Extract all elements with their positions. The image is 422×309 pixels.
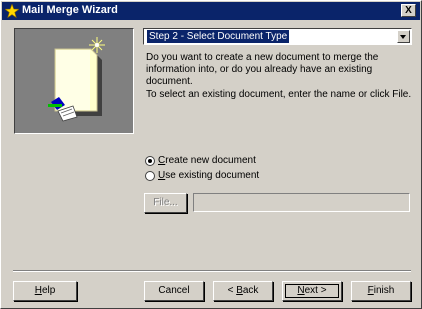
next-button-label: Next > — [297, 285, 327, 296]
chevron-down-icon[interactable] — [397, 30, 410, 43]
next-button[interactable]: Next > — [282, 281, 342, 301]
radio-create-new-label: Create new document — [158, 155, 256, 166]
description-text: Do you want to create a new document to … — [146, 52, 379, 87]
file-path-field[interactable] — [193, 193, 410, 212]
finish-button[interactable]: Finish — [351, 281, 411, 301]
help-button-label: Help — [34, 285, 56, 296]
description-instruction: To select an existing document, enter th… — [146, 89, 412, 100]
title-bar[interactable]: Mail Merge Wizard X — [2, 2, 420, 20]
close-button[interactable]: X — [401, 4, 416, 17]
file-button-label: File... — [153, 197, 178, 208]
file-button[interactable]: File... — [144, 193, 187, 213]
close-icon: X — [405, 5, 412, 16]
back-button-label: < Back — [227, 285, 259, 296]
radio-use-existing[interactable]: Use existing document — [145, 169, 259, 182]
cancel-button[interactable]: Cancel — [144, 281, 204, 301]
step-dropdown[interactable]: Step 2 - Select Document Type — [143, 28, 412, 45]
radio-create-new[interactable]: Create new document — [145, 154, 256, 167]
finish-button-label: Finish — [367, 285, 395, 296]
mail-merge-wizard-window: Mail Merge Wizard X Step 2 - Select Docu… — [0, 0, 422, 309]
document-with-wand-icon — [48, 37, 105, 122]
wizard-star-icon — [5, 4, 19, 18]
wizard-illustration — [14, 28, 134, 134]
button-separator — [13, 270, 411, 272]
help-button[interactable]: Help — [13, 281, 77, 301]
radio-use-existing-label: Use existing document — [158, 170, 260, 181]
radio-use-existing-button[interactable] — [145, 170, 155, 181]
radio-create-new-button[interactable] — [145, 155, 155, 166]
window-title: Mail Merge Wizard — [22, 4, 118, 16]
cancel-button-label: Cancel — [158, 285, 190, 296]
back-button[interactable]: < Back — [213, 281, 273, 301]
step-dropdown-value: Step 2 - Select Document Type — [147, 30, 290, 43]
